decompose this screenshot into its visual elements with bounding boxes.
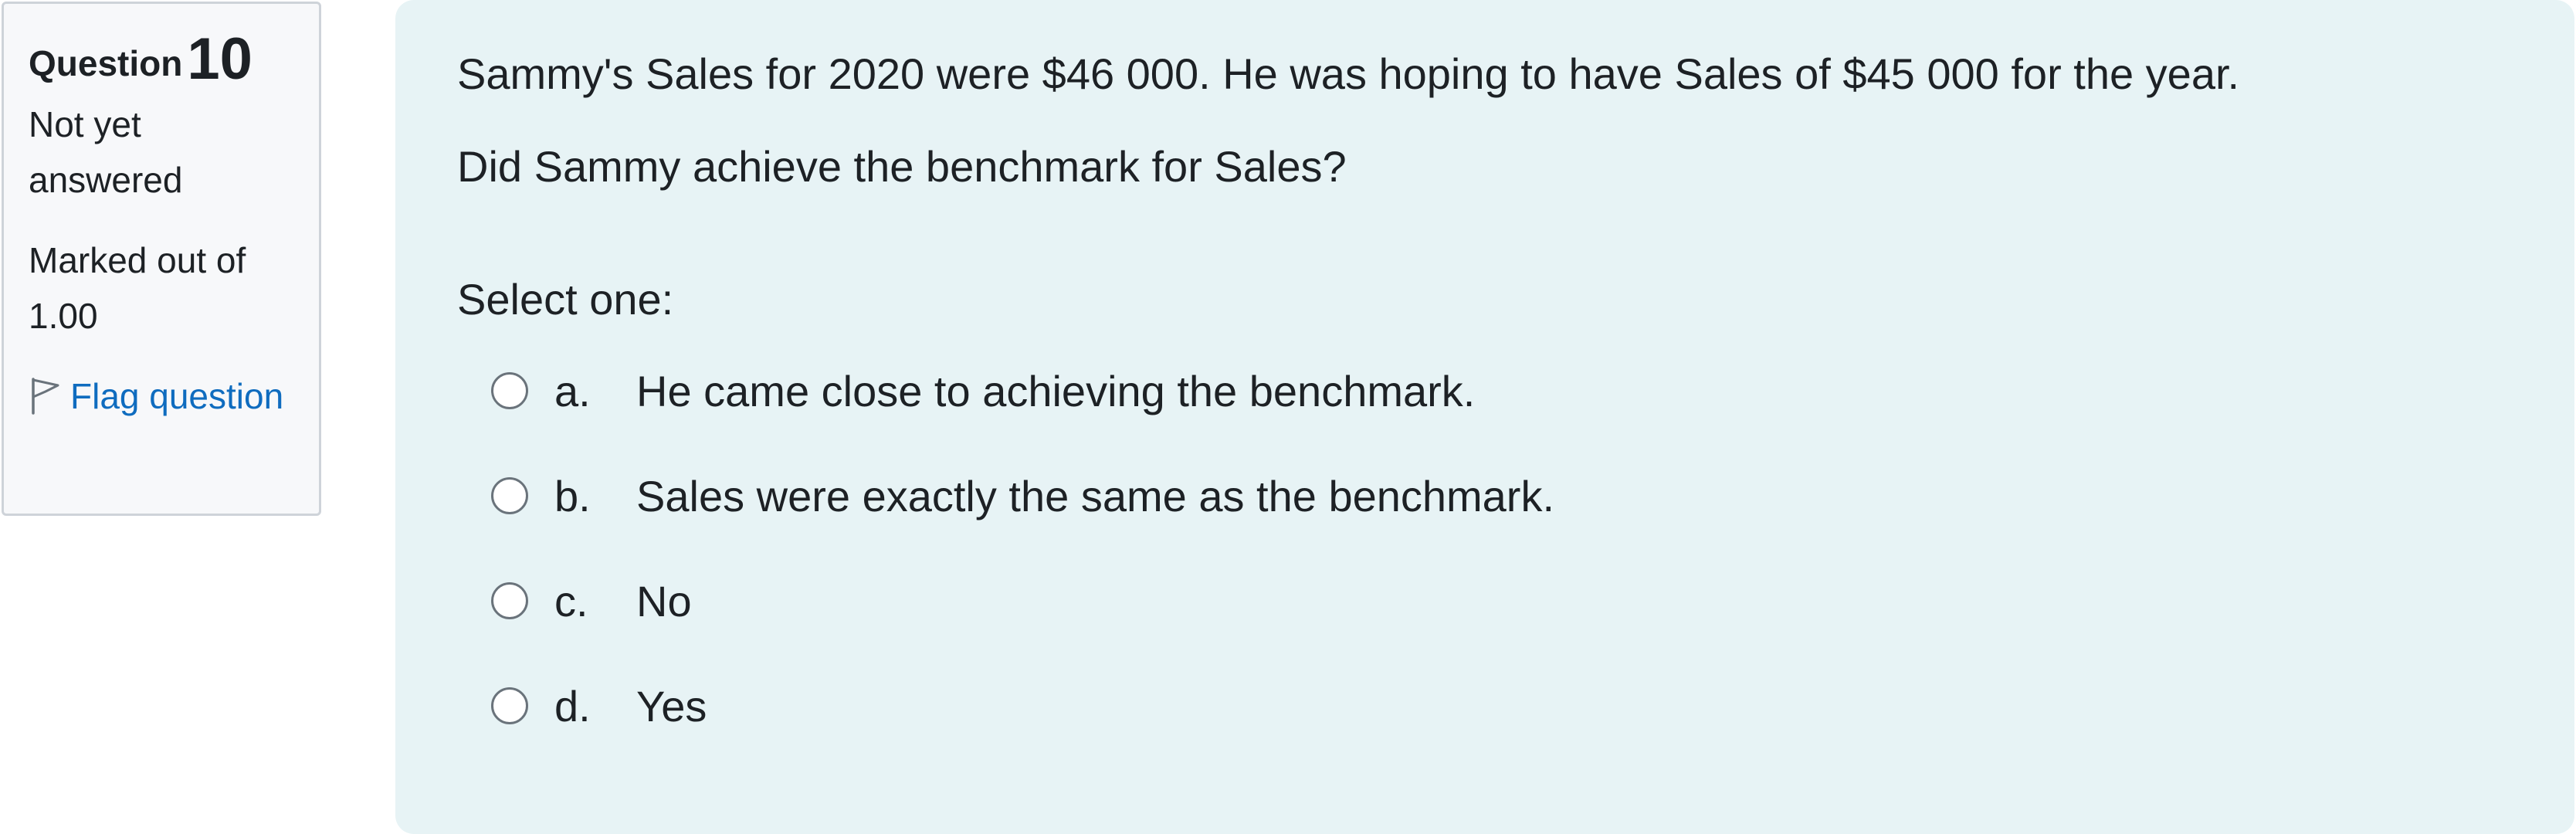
answer-option-b[interactable]: b. Sales were exactly the same as the be… [457,465,2513,527]
radio-button-c[interactable] [491,582,528,619]
question-number: 10 [187,26,253,92]
option-letter-c: c. [554,576,588,626]
answer-option-d[interactable]: d. Yes [457,675,2513,737]
radio-button-a[interactable] [491,372,528,409]
flag-question-link[interactable]: Flag question [29,368,294,424]
option-label-a[interactable]: He came close to achieving the benchmark… [636,366,1475,416]
flag-question-label[interactable]: Flag question [70,376,283,416]
option-letter-b: b. [554,471,591,520]
question-number-heading: Question10 [29,27,294,92]
option-label-b[interactable]: Sales were exactly the same as the bench… [636,471,1554,521]
answer-option-a[interactable]: a. He came close to achieving the benchm… [457,360,2513,422]
question-label: Question [29,43,183,83]
answer-options: a. He came close to achieving the benchm… [457,360,2513,737]
option-letter-d: d. [554,681,591,731]
question-text-line-1: Sammy's Sales for 2020 were $46 000. He … [457,49,2240,98]
question-text-line-2: Did Sammy achieve the benchmark for Sale… [457,142,1347,191]
answer-option-c[interactable]: c. No [457,570,2513,632]
radio-button-d[interactable] [491,687,528,724]
option-label-c[interactable]: No [636,576,692,626]
option-letter-a: a. [554,366,591,415]
select-one-prompt: Select one: [457,275,674,324]
question-content: Sammy's Sales for 2020 were $46 000. He … [395,0,2574,834]
option-label-d[interactable]: Yes [636,681,707,731]
question-info-panel: Question10 Not yet answered Marked out o… [2,2,321,516]
question-text: Sammy's Sales for 2020 were $46 000. He … [457,43,2513,198]
flag-icon [29,375,63,415]
radio-button-b[interactable] [491,477,528,514]
question-state: Not yet answered [29,104,183,200]
question-grade: Marked out of 1.00 [29,240,246,336]
